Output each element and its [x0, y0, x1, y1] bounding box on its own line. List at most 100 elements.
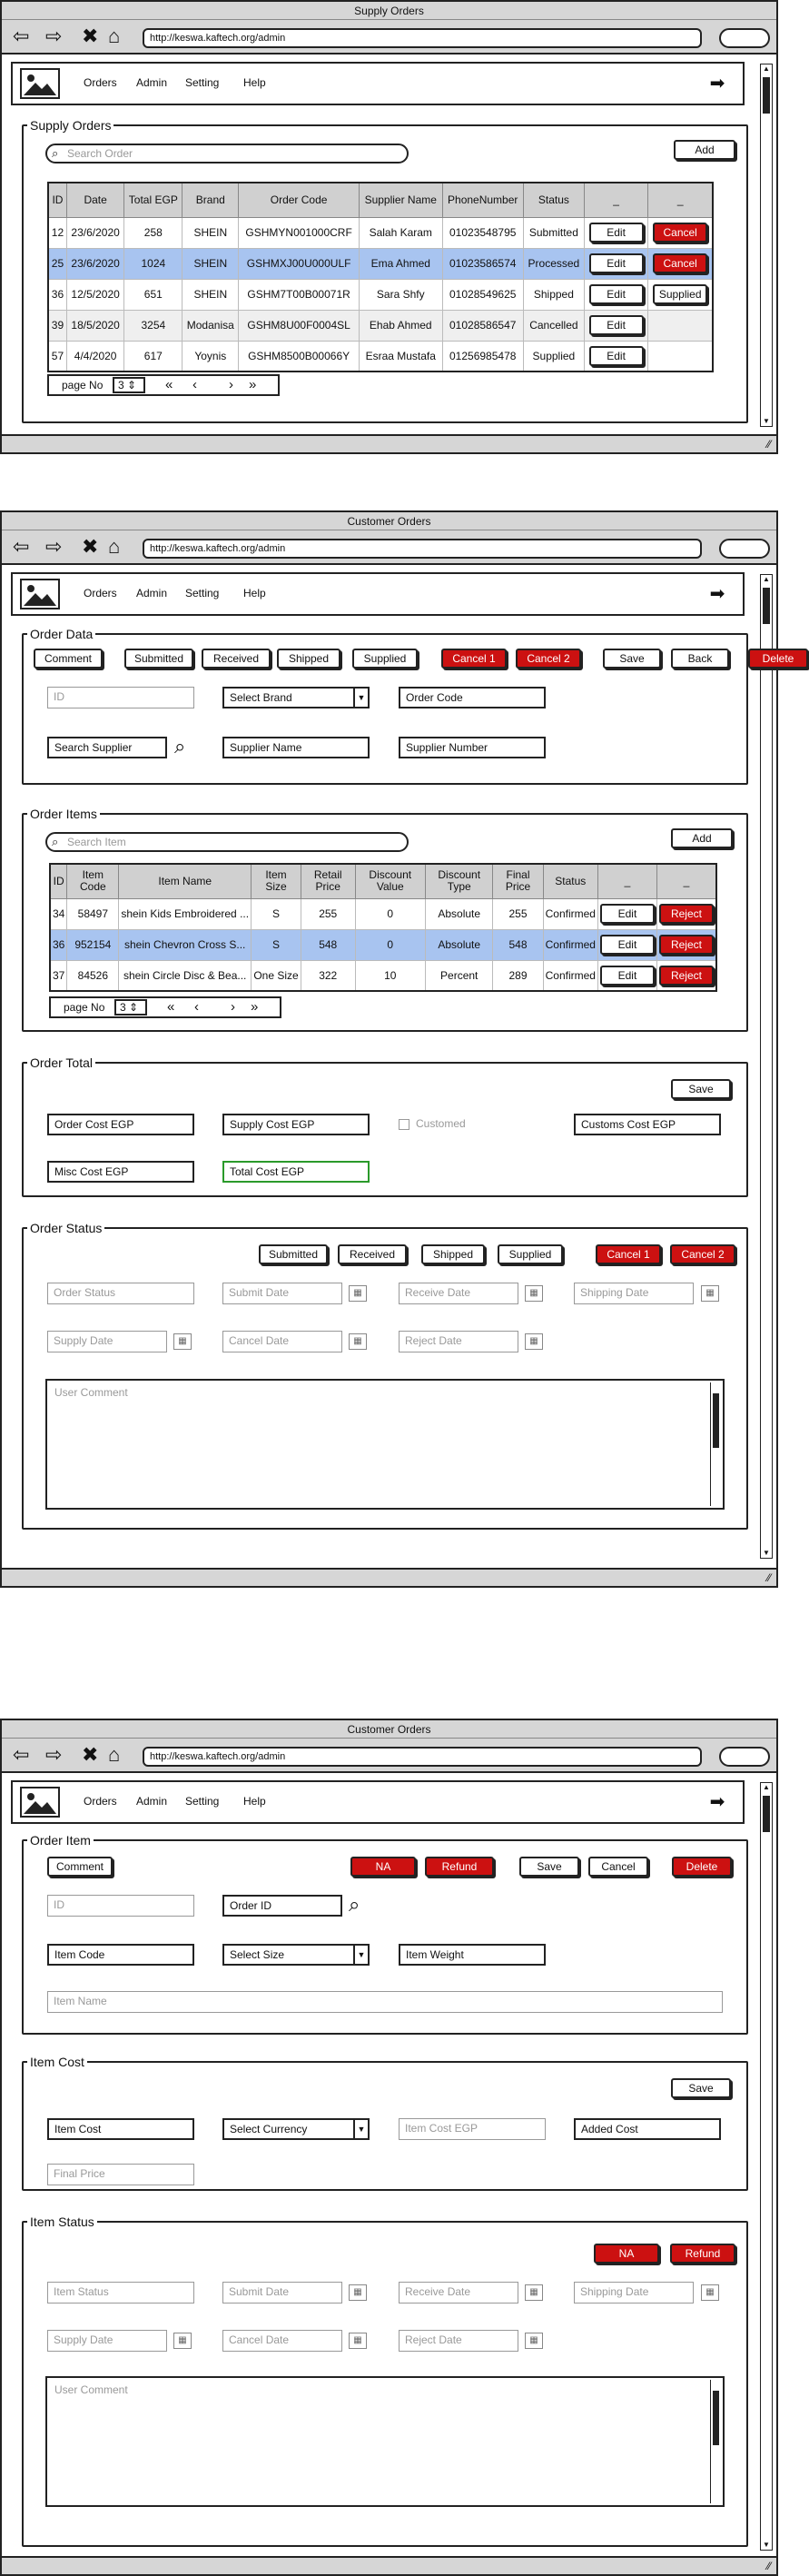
calendar-icon[interactable]: ▦ — [701, 1285, 719, 1302]
misc-cost-field[interactable]: Misc Cost EGP — [47, 1161, 194, 1183]
table-row[interactable]: 36 952154 shein Chevron Cross S... S 548 0 Abs… — [49, 928, 717, 961]
menu-admin[interactable]: Admin — [136, 76, 167, 89]
search-supplier-field[interactable]: Search Supplier — [47, 737, 167, 758]
resize-grip-icon[interactable]: ⁄⁄ — [767, 438, 771, 451]
close-icon[interactable]: ✖ — [82, 26, 98, 46]
calendar-icon[interactable]: ▦ — [349, 1333, 367, 1350]
vertical-scrollbar[interactable]: ▲ ▼ — [760, 64, 773, 427]
order-id-field[interactable]: Order ID — [222, 1895, 342, 1917]
shipping-date-field[interactable]: Shipping Date — [574, 2282, 694, 2304]
total-cost-field[interactable]: Total Cost EGP — [222, 1161, 370, 1183]
menu-admin[interactable]: Admin — [136, 1795, 167, 1808]
table-row[interactable]: 39 18/5/2020 3254 Modanisa GSHM8U00F0004SL Eh… — [47, 309, 714, 342]
receive-date-field[interactable]: Receive Date — [399, 2282, 518, 2304]
edit-button[interactable]: Edit — [588, 223, 644, 243]
forward-arrow-icon[interactable]: ⇨ — [45, 537, 62, 557]
item-code-field[interactable]: Item Code — [47, 1944, 194, 1966]
item-status-field[interactable]: Item Status — [47, 2282, 194, 2304]
back-arrow-icon[interactable]: ⇦ — [13, 537, 29, 557]
final-price-field[interactable]: Final Price — [47, 2164, 194, 2185]
calendar-icon[interactable]: ▦ — [701, 2284, 719, 2301]
forward-arrow-icon[interactable]: ⇨ — [45, 1745, 62, 1765]
column-header[interactable]: _ — [656, 863, 717, 899]
supply-date-field[interactable]: Supply Date — [47, 1331, 167, 1352]
column-header[interactable]: Status — [542, 863, 598, 899]
column-header[interactable]: Discount Value — [354, 863, 427, 899]
submitted-button[interactable]: Submitted — [124, 649, 193, 669]
column-header[interactable]: Status — [522, 182, 585, 218]
order-code-field[interactable]: Order Code — [399, 687, 546, 708]
save-total-button[interactable]: Save — [671, 1079, 731, 1099]
search-order-input[interactable]: ⌕ Search Order — [45, 144, 409, 163]
logout-icon[interactable]: ➡ — [705, 1793, 730, 1813]
url-field[interactable]: http://keswa.kaftech.org/admin — [143, 28, 702, 48]
item-name-field[interactable]: Item Name — [47, 1991, 723, 2013]
home-icon[interactable]: ⌂ — [108, 537, 120, 557]
column-header[interactable]: _ — [647, 182, 714, 218]
supplied-button[interactable]: Supplied — [352, 649, 418, 669]
vertical-scrollbar[interactable]: ▲ ▼ — [760, 1782, 773, 2551]
menu-orders[interactable]: Orders — [84, 587, 117, 599]
received-button[interactable]: Received — [202, 649, 271, 669]
menu-orders[interactable]: Orders — [84, 76, 117, 89]
status-cancel-1-button[interactable]: Cancel 1 — [596, 1244, 661, 1264]
column-header[interactable]: ID — [49, 863, 68, 899]
page-number-stepper[interactable]: 3 ⇕ — [114, 999, 147, 1016]
supply-cost-field[interactable]: Supply Cost EGP — [222, 1114, 370, 1135]
scroll-up-icon[interactable]: ▲ — [762, 1783, 771, 1792]
calendar-icon[interactable]: ▦ — [349, 2284, 367, 2301]
edit-button[interactable]: Edit — [599, 935, 655, 955]
url-field[interactable]: http://keswa.kaftech.org/admin — [143, 1747, 702, 1767]
brand-select[interactable]: Select Brand ▼ — [222, 687, 370, 708]
table-row[interactable]: 12 23/6/2020 258 SHEIN GSHMYN001000CRF Salah … — [47, 216, 714, 249]
added-cost-field[interactable]: Added Cost — [574, 2118, 721, 2140]
column-header[interactable]: Retail Price — [300, 863, 356, 899]
menu-setting[interactable]: Setting — [185, 76, 219, 89]
calendar-icon[interactable]: ▦ — [525, 1333, 543, 1350]
close-icon[interactable]: ✖ — [82, 1745, 98, 1765]
next-page-button[interactable]: › — [231, 998, 235, 1016]
submit-date-field[interactable]: Submit Date — [222, 1283, 342, 1304]
column-header[interactable]: Item Name — [118, 863, 252, 899]
currency-select[interactable]: Select Currency ▼ — [222, 2118, 370, 2140]
status-received-button[interactable]: Received — [338, 1244, 407, 1264]
edit-button[interactable]: Edit — [588, 253, 644, 273]
submit-date-field[interactable]: Submit Date — [222, 2282, 342, 2304]
shipping-date-field[interactable]: Shipping Date — [574, 1283, 694, 1304]
logout-icon[interactable]: ➡ — [705, 585, 730, 605]
resize-grip-icon[interactable]: ⁄⁄ — [767, 2560, 771, 2572]
browser-search-field[interactable] — [719, 1747, 770, 1767]
refund-button[interactable]: Refund — [425, 1857, 494, 1877]
edit-button[interactable]: Edit — [588, 284, 644, 304]
column-header[interactable]: ID — [47, 182, 67, 218]
edit-button[interactable]: Edit — [588, 345, 644, 366]
save-button[interactable]: Save — [603, 649, 661, 669]
search-item-input[interactable]: ⌕ Search Item — [45, 832, 409, 852]
column-header[interactable]: Total EGP — [123, 182, 183, 218]
calendar-icon[interactable]: ▦ — [525, 2333, 543, 2349]
edit-button[interactable]: Edit — [599, 904, 655, 924]
shipped-button[interactable]: Shipped — [277, 649, 340, 669]
menu-admin[interactable]: Admin — [136, 587, 167, 599]
item-id-field[interactable]: ID — [47, 1895, 194, 1917]
order-cost-field[interactable]: Order Cost EGP — [47, 1114, 194, 1135]
customed-checkbox[interactable] — [399, 1119, 409, 1130]
comment-button[interactable]: Comment — [47, 1857, 113, 1877]
edit-button[interactable]: Edit — [588, 315, 644, 335]
edit-button[interactable]: Edit — [599, 965, 655, 986]
reject-button[interactable]: Reject — [658, 965, 714, 986]
item-weight-field[interactable]: Item Weight — [399, 1944, 546, 1966]
save-button[interactable]: Save — [519, 1857, 579, 1877]
home-icon[interactable]: ⌂ — [108, 1745, 120, 1765]
scroll-up-icon[interactable]: ▲ — [762, 575, 771, 584]
cancel-1-button[interactable]: Cancel 1 — [441, 649, 507, 669]
vertical-scrollbar[interactable]: ▲ ▼ — [760, 574, 773, 1559]
column-header[interactable]: Item Code — [66, 863, 120, 899]
cancel-date-field[interactable]: Cancel Date — [222, 2330, 342, 2352]
back-button[interactable]: Back — [671, 649, 729, 669]
calendar-icon[interactable]: ▦ — [173, 1333, 192, 1350]
resize-grip-icon[interactable]: ⁄⁄ — [767, 1571, 771, 1584]
forward-arrow-icon[interactable]: ⇨ — [45, 26, 62, 46]
prev-page-button[interactable]: ‹ — [192, 376, 197, 394]
scroll-thumb[interactable] — [763, 77, 770, 114]
